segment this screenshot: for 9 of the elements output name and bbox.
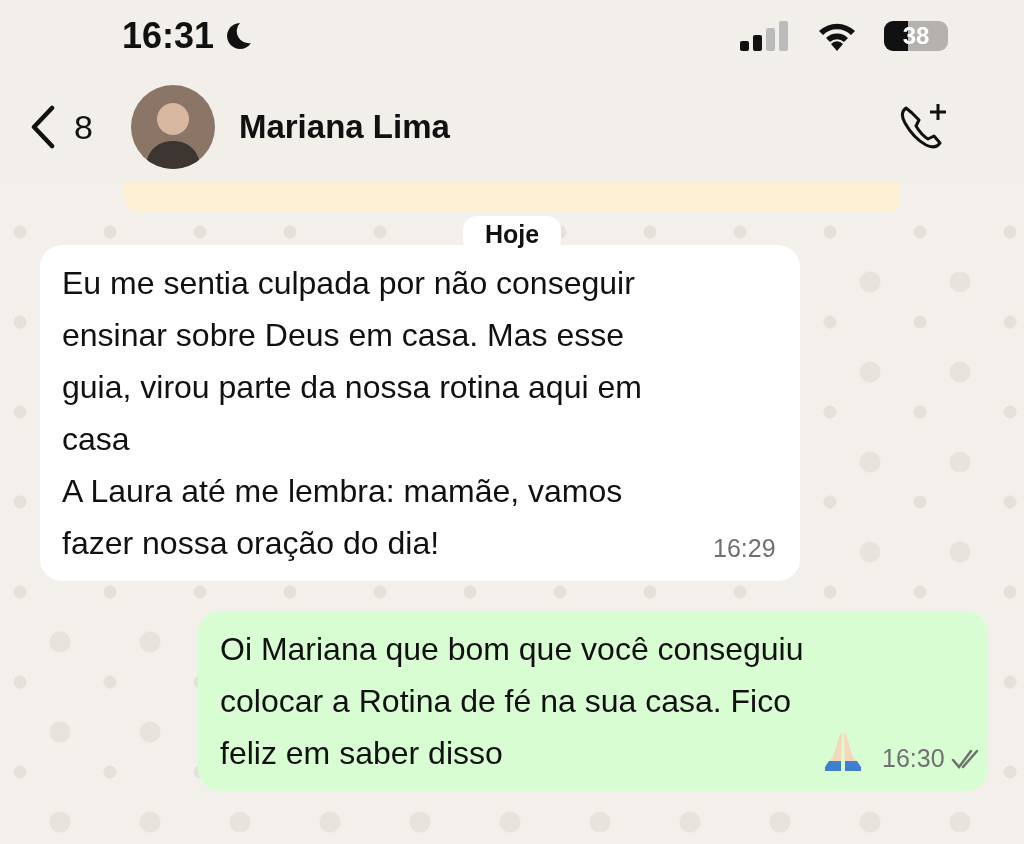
message-text: Oi Mariana que bom que você conseguiu colocar a Rotina de fé na sua casa. Fico feliz em saber disso <box>220 630 805 773</box>
message-text: Eu me sentia culpada por não conseguir ensinar sobre Deus em casa. Mas esse guia, virou parte da nossa rotina aqui em casa A Laura até me lembra: mamãe, vamos fazer nossa oração do dia! <box>62 264 643 563</box>
message-time: 16:29 <box>713 534 776 563</box>
chevron-left-icon[interactable] <box>30 105 56 149</box>
message-time: 16:30 <box>882 744 945 773</box>
clock-time: 16:31 <box>122 15 215 57</box>
signal-icon <box>740 21 788 51</box>
back-button[interactable]: 8 <box>30 105 93 149</box>
contact-name[interactable]: Mariana Lima <box>238 108 880 146</box>
